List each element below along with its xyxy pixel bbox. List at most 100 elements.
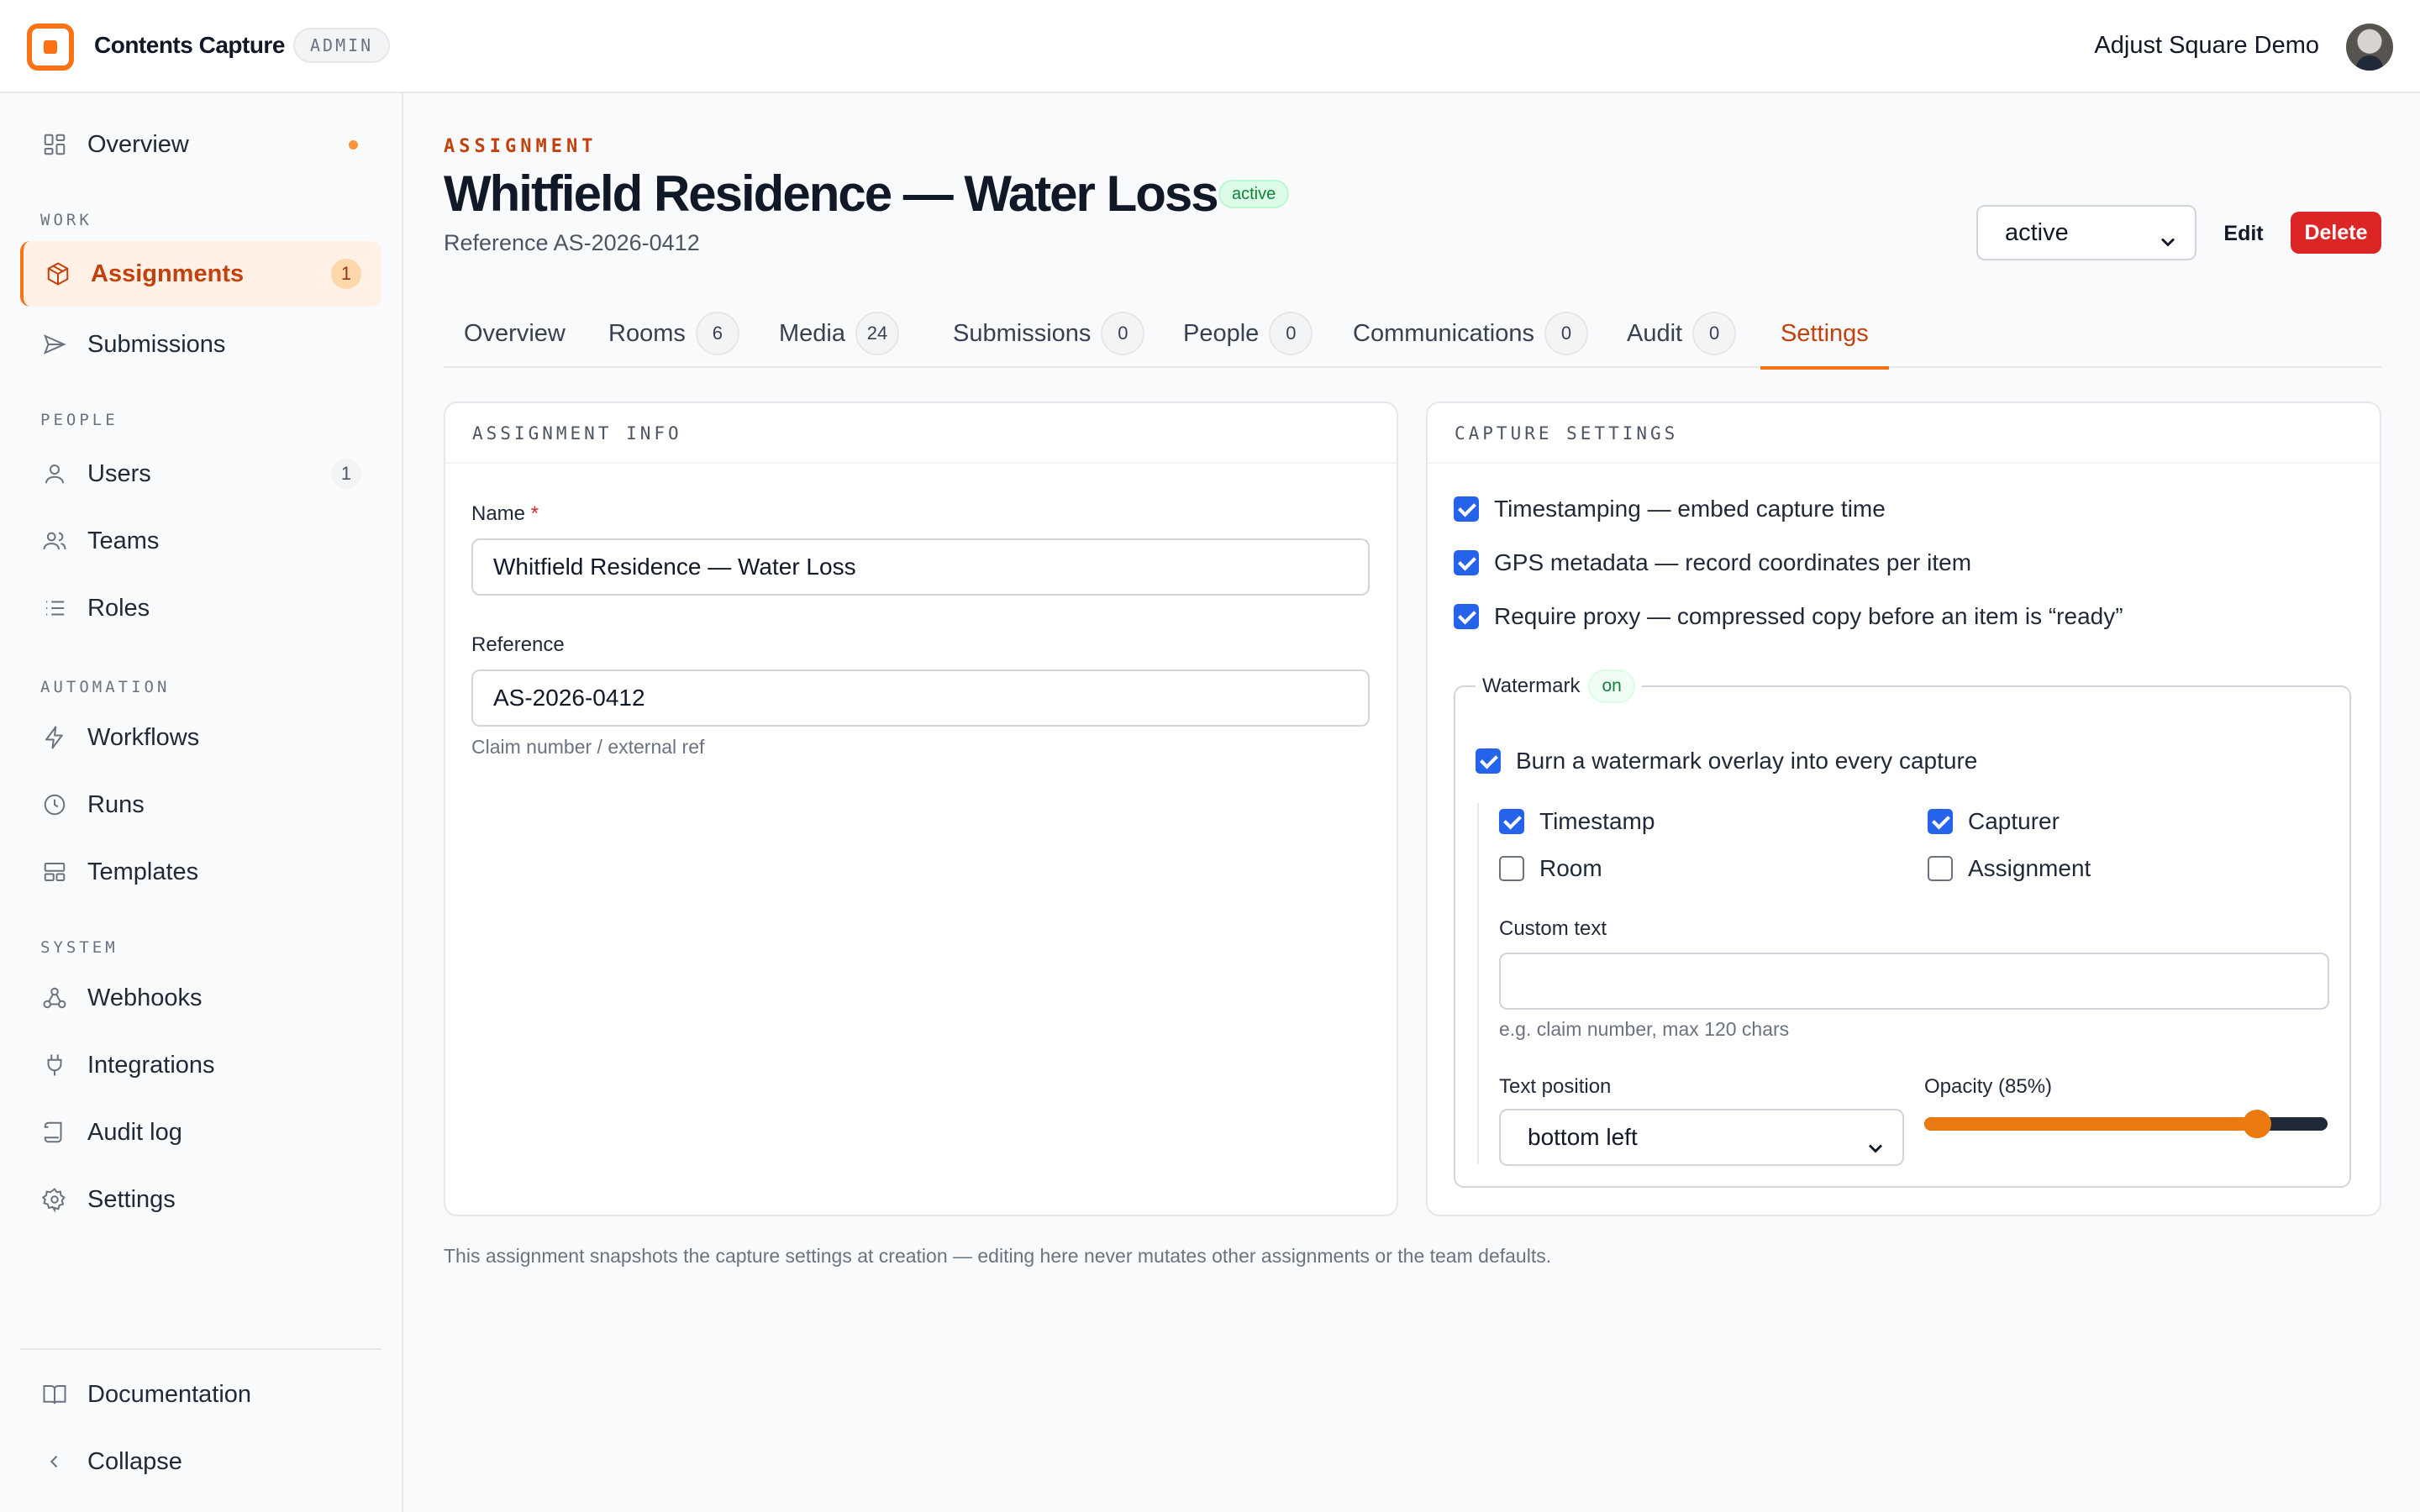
status-select-value: active	[2005, 219, 2069, 246]
sidebar-item-label: Submissions	[87, 330, 226, 358]
checkbox-label: Burn a watermark overlay into every capt…	[1516, 748, 1978, 774]
clock-icon	[42, 792, 67, 817]
sidebar-item-label: Audit log	[87, 1118, 182, 1146]
proxy-checkbox[interactable]	[1454, 604, 1479, 629]
tab-label: Overview	[464, 319, 566, 347]
tab-label: Media	[779, 319, 845, 347]
checkbox-label: Room	[1539, 855, 1602, 881]
tab-count-badge: 0	[1544, 312, 1588, 355]
tab-label: Submissions	[953, 319, 1092, 347]
sidebar-item-workflows[interactable]: Workflows	[20, 705, 381, 770]
wm-room-checkbox[interactable]	[1499, 856, 1524, 881]
tab-media[interactable]: Media 24	[779, 299, 899, 368]
sidebar-item-label: Runs	[87, 790, 145, 818]
org-name[interactable]: Adjust Square Demo	[2094, 32, 2319, 60]
webhook-icon	[42, 985, 67, 1011]
sidebar-item-teams[interactable]: Teams	[20, 508, 381, 574]
custom-text-input[interactable]	[1499, 953, 2329, 1010]
sidebar-item-label: Webhooks	[87, 984, 203, 1011]
text-position-select[interactable]: bottom left	[1499, 1109, 1904, 1166]
gear-icon	[42, 1187, 67, 1212]
timestamping-checkbox-row[interactable]: Timestamping — embed capture time	[1454, 496, 1886, 522]
sidebar: Overview WORK Assignments 1 Submissions …	[0, 93, 403, 1512]
send-icon	[42, 332, 67, 357]
sidebar-item-overview[interactable]: Overview	[20, 112, 381, 177]
opacity-label: Opacity (85%)	[1924, 1075, 2053, 1098]
status-select[interactable]: active	[1976, 205, 2196, 260]
checkbox-label: Timestamp	[1539, 808, 1655, 834]
sidebar-item-assignments[interactable]: Assignments 1	[20, 241, 381, 307]
sidebar-item-integrations[interactable]: Integrations	[20, 1032, 381, 1098]
sidebar-item-templates[interactable]: Templates	[20, 839, 381, 905]
opacity-slider-fill	[1924, 1117, 2258, 1131]
sidebar-item-label: Documentation	[87, 1380, 252, 1408]
sidebar-item-label: Users	[87, 459, 151, 487]
tab-label: Communications	[1353, 319, 1534, 347]
gps-checkbox-row[interactable]: GPS metadata — record coordinates per it…	[1454, 549, 1971, 576]
burn-watermark-checkbox[interactable]	[1476, 748, 1501, 774]
sidebar-item-runs[interactable]: Runs	[20, 772, 381, 837]
user-icon	[42, 461, 67, 486]
reference-input[interactable]: AS-2026-0412	[471, 669, 1370, 727]
app-logo-icon[interactable]	[27, 24, 74, 71]
scroll-icon	[42, 1120, 67, 1145]
reference-label: Reference	[471, 633, 565, 656]
status-badge: active	[1218, 180, 1290, 208]
count-badge: 1	[331, 259, 361, 289]
tab-count-badge: 0	[1101, 312, 1145, 355]
tab-label: Settings	[1781, 319, 1869, 347]
sidebar-item-label: Teams	[87, 527, 160, 554]
tab-label: People	[1183, 319, 1260, 347]
timestamping-checkbox[interactable]	[1454, 496, 1479, 522]
admin-badge: ADMIN	[293, 28, 391, 63]
settings-footnote: This assignment snapshots the capture se…	[444, 1245, 1552, 1267]
wm-timestamp-checkbox-row[interactable]: Timestamp	[1499, 808, 1655, 835]
sidebar-item-users[interactable]: Users 1	[20, 441, 381, 507]
sidebar-item-label: Settings	[87, 1185, 176, 1213]
sidebar-item-documentation[interactable]: Documentation	[20, 1362, 381, 1427]
chevron-down-icon	[2156, 220, 2180, 247]
wm-assignment-checkbox[interactable]	[1928, 856, 1953, 881]
sidebar-item-settings[interactable]: Settings	[20, 1167, 381, 1232]
tab-overview[interactable]: Overview	[464, 299, 566, 368]
wm-assignment-checkbox-row[interactable]: Assignment	[1928, 855, 2091, 882]
required-mark: *	[530, 502, 539, 525]
tab-communications[interactable]: Communications 0	[1353, 299, 1588, 368]
burn-watermark-checkbox-row[interactable]: Burn a watermark overlay into every capt…	[1476, 748, 1977, 774]
sidebar-item-label: Roles	[87, 594, 150, 622]
gps-checkbox[interactable]	[1454, 550, 1479, 575]
wm-capturer-checkbox[interactable]	[1928, 809, 1953, 834]
page-eyebrow: ASSIGNMENT	[444, 136, 597, 157]
wm-room-checkbox-row[interactable]: Room	[1499, 855, 1602, 882]
tab-count-badge: 0	[1692, 312, 1737, 355]
app-name: Contents Capture	[94, 32, 285, 58]
tab-settings[interactable]: Settings	[1760, 299, 1889, 370]
section-label-work: WORK	[40, 211, 92, 229]
user-avatar[interactable]	[2346, 24, 2393, 71]
tab-count-badge: 0	[1269, 312, 1313, 355]
proxy-checkbox-row[interactable]: Require proxy — compressed copy before a…	[1454, 603, 2123, 630]
tab-rooms[interactable]: Rooms 6	[608, 299, 739, 368]
edit-button[interactable]: Edit	[2210, 215, 2277, 252]
sidebar-item-webhooks[interactable]: Webhooks	[20, 965, 381, 1031]
opacity-slider[interactable]	[1924, 1110, 2328, 1138]
name-input[interactable]: Whitfield Residence — Water Loss	[471, 538, 1370, 596]
sidebar-item-submissions[interactable]: Submissions	[20, 312, 381, 377]
sidebar-item-collapse[interactable]: Collapse	[20, 1429, 381, 1494]
watermark-options-divider	[1477, 803, 1479, 1164]
plug-icon	[42, 1053, 67, 1078]
watermark-state-badge: on	[1588, 669, 1635, 703]
sidebar-item-audit-log[interactable]: Audit log	[20, 1100, 381, 1165]
tab-people[interactable]: People 0	[1183, 299, 1313, 368]
sidebar-item-label: Integrations	[87, 1051, 215, 1079]
tab-audit[interactable]: Audit 0	[1627, 299, 1737, 368]
wm-timestamp-checkbox[interactable]	[1499, 809, 1524, 834]
tab-submissions[interactable]: Submissions 0	[953, 299, 1145, 368]
delete-button[interactable]: Delete	[2291, 212, 2381, 254]
sidebar-item-label: Templates	[87, 858, 199, 885]
top-bar: Contents Capture ADMIN Adjust Square Dem…	[0, 0, 2420, 93]
sidebar-item-roles[interactable]: Roles	[20, 575, 381, 641]
list-icon	[42, 596, 67, 621]
opacity-slider-thumb[interactable]	[2243, 1110, 2272, 1138]
wm-capturer-checkbox-row[interactable]: Capturer	[1928, 808, 2060, 835]
